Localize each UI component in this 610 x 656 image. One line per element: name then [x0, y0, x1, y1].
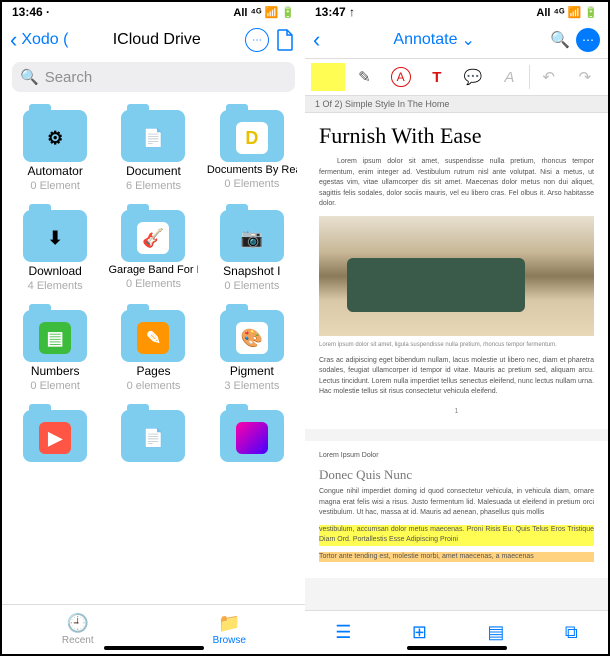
doc-paragraph: Lorem ipsum dolor sit amet, suspendisse …	[319, 157, 594, 210]
redo-button[interactable]: ↷	[568, 63, 602, 91]
folder-partial-1[interactable]: ▶	[8, 410, 102, 462]
more-menu-icon[interactable]: ⋯	[576, 28, 600, 52]
page-gap	[305, 429, 608, 441]
chevron-down-icon: ⌄	[461, 30, 474, 50]
circle-text-tool[interactable]: A	[384, 63, 418, 91]
status-icons: All ⁴ᴳ 📶 🔋	[536, 6, 598, 19]
document-icon: 📄	[137, 122, 169, 154]
nav-title: ICloud Drive	[72, 31, 241, 49]
font-style-tool[interactable]: A	[492, 63, 526, 91]
comment-tool[interactable]: 💬	[456, 63, 490, 91]
camera-icon: 📷	[236, 222, 268, 254]
folder-documents-readdle[interactable]: DDocuments By Readdle0 Elements	[205, 110, 299, 192]
back-chevron-icon[interactable]: ‹	[10, 27, 17, 53]
highlighted-text-orange: Tortor ante tending est, molestie morbi,…	[319, 552, 594, 563]
pigment-icon: 🎨	[236, 322, 268, 354]
app-icon: ▶	[39, 422, 71, 454]
document-page-1: Furnish With Ease Lorem ipsum dolor sit …	[305, 113, 608, 429]
pages-icon: ✎	[137, 322, 169, 354]
status-time: 13:46 ·	[12, 5, 50, 19]
garageband-icon: 🎸	[137, 222, 169, 254]
folder-automator[interactable]: ⚙Automator0 Element	[8, 110, 102, 192]
status-bar: 13:47 ↑ All ⁴ᴳ 📶 🔋	[305, 2, 608, 22]
nav-bar: ‹ Annotate⌄ 🔍 ⋯	[305, 22, 608, 58]
folder-snapshot[interactable]: 📷Snapshot I0 Elements	[205, 210, 299, 292]
more-options-icon[interactable]: ⋯	[245, 28, 269, 52]
files-app-screen: 13:46 · All ⁴ᴳ 📶 🔋 ‹ Xodo ( ICloud Drive…	[2, 2, 305, 654]
undo-button[interactable]: ↶	[532, 63, 566, 91]
readdle-icon: D	[236, 122, 268, 154]
annotation-toolbar: ✎ A T 💬 A ↶ ↷	[305, 58, 608, 96]
image-caption: Lorem ipsum dolor sit amet, ligula suspe…	[319, 342, 594, 348]
clock-icon: 🕘	[67, 613, 89, 634]
page-number: 1	[319, 404, 594, 419]
doc-heading: Furnish With Ease	[319, 123, 594, 149]
folder-pages[interactable]: ✎Pages0 elements	[106, 310, 200, 392]
highlighted-text-yellow: vestibulum, accumsan dolor metus maecena…	[319, 525, 594, 546]
home-indicator[interactable]	[104, 646, 204, 650]
folder-pigment[interactable]: 🎨Pigment3 Elements	[205, 310, 299, 392]
doc-paragraph: Congue nihil imperdiet doming id quod co…	[319, 487, 594, 519]
document-page-2: Lorem Ipsum Dolor Donec Quis Nunc Congue…	[305, 441, 608, 579]
tabs-icon[interactable]: ⧉	[565, 622, 578, 643]
outline-icon[interactable]: ☰	[335, 622, 351, 643]
folder-grid: ⚙Automator0 Element 📄Document6 Elements …	[2, 96, 305, 604]
folder-partial-3[interactable]	[205, 410, 299, 462]
document-viewer[interactable]: 1 Of 2) Simple Style In The Home Furnish…	[305, 96, 608, 610]
reader-icon[interactable]: ▤	[487, 622, 504, 643]
search-input[interactable]: 🔍 Search	[12, 62, 295, 92]
folder-partial-2[interactable]: 📄	[106, 410, 200, 462]
search-placeholder: Search	[45, 69, 93, 86]
text-tool[interactable]: T	[420, 63, 454, 91]
page-indicator-strip: 1 Of 2) Simple Style In The Home	[305, 96, 608, 113]
doc-subheading: Donec Quis Nunc	[319, 467, 594, 483]
status-icons: All ⁴ᴳ 📶 🔋	[233, 6, 295, 19]
doc-small-text: Lorem Ipsum Dolor	[319, 451, 594, 462]
document-image	[319, 216, 594, 336]
nav-bar: ‹ Xodo ( ICloud Drive ⋯	[2, 22, 305, 58]
highlighter-tool[interactable]	[311, 63, 345, 91]
folder-icon: 📁	[218, 613, 240, 634]
home-indicator[interactable]	[407, 646, 507, 650]
annotate-app-screen: 13:47 ↑ All ⁴ᴳ 📶 🔋 ‹ Annotate⌄ 🔍 ⋯ ✎ A T…	[305, 2, 608, 654]
shortcuts-icon	[236, 422, 268, 454]
back-chevron-icon[interactable]: ‹	[313, 27, 320, 53]
thumbnails-icon[interactable]: ⊞	[412, 622, 427, 643]
numbers-icon: ▤	[39, 322, 71, 354]
document-icon: 📄	[137, 422, 169, 454]
search-icon: 🔍	[20, 68, 39, 86]
status-bar: 13:46 · All ⁴ᴳ 📶 🔋	[2, 2, 305, 22]
nav-title-dropdown[interactable]: Annotate⌄	[324, 30, 544, 50]
download-icon: ⬇	[39, 222, 71, 254]
folder-document[interactable]: 📄Document6 Elements	[106, 110, 200, 192]
folder-download[interactable]: ⬇Download4 Elements	[8, 210, 102, 292]
folder-numbers[interactable]: ▤Numbers0 Element	[8, 310, 102, 392]
search-icon[interactable]: 🔍	[548, 28, 572, 52]
pen-tool[interactable]: ✎	[347, 63, 381, 91]
folder-garageband[interactable]: 🎸Garage Band For IOS0 Elements	[106, 210, 200, 292]
toolbar-separator	[529, 65, 530, 89]
status-time: 13:47 ↑	[315, 5, 355, 19]
back-button[interactable]: Xodo (	[21, 31, 68, 49]
gear-icon: ⚙	[39, 122, 71, 154]
new-document-icon[interactable]	[273, 28, 297, 52]
doc-paragraph: Cras ac adipiscing eget bibendum nullam,…	[319, 356, 594, 398]
